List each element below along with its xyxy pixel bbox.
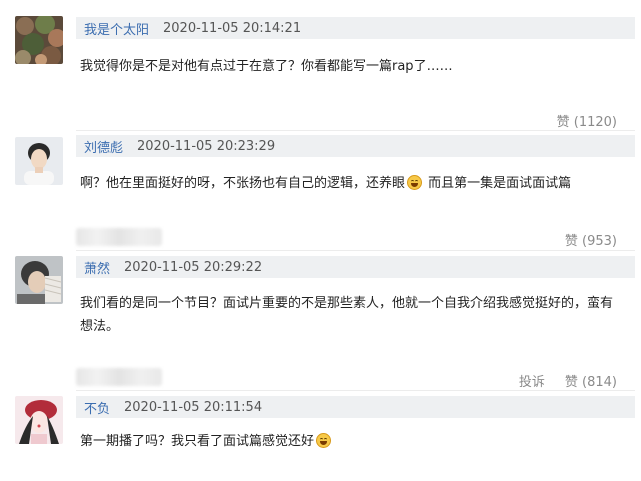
divider <box>76 390 635 391</box>
comment-text: 第一期播了吗？我只看了面试篇感觉还好 <box>80 430 613 453</box>
comment-text-part: 而且第一集是面试面试篇 <box>424 176 572 191</box>
comment-header: 我是个太阳 2020-11-05 20:14:21 <box>76 17 635 39</box>
blurred-content <box>76 228 162 246</box>
avatar[interactable] <box>15 137 63 185</box>
comment-text: 我们看的是同一个节目？面试片重要的不是那些素人，他就一个自我介绍我感觉挺好的，蛮… <box>80 296 614 334</box>
comment-text: 啊？他在里面挺好的呀，不张扬也有自己的逻辑，还养眼 而且第一集是面试面试篇 <box>80 172 613 195</box>
comment-text-part: 第一期播了吗？我只看了面试篇感觉还好 <box>80 434 315 449</box>
comment-header: 萧然 2020-11-05 20:29:22 <box>76 256 635 278</box>
avatar[interactable] <box>15 256 63 304</box>
laughing-tears-emoji-icon <box>407 175 423 190</box>
comment-header: 刘德彪 2020-11-05 20:23:29 <box>76 135 635 157</box>
like-count: (953) <box>582 233 617 249</box>
like-button[interactable]: 赞 (814) <box>565 371 617 390</box>
like-label: 赞 <box>556 114 570 130</box>
comment-timestamp: 2020-11-05 20:11:54 <box>124 399 263 415</box>
comment-actions: 赞 (953) <box>565 229 617 249</box>
username-link[interactable]: 我是个太阳 <box>84 19 149 38</box>
comment-timestamp: 2020-11-05 20:14:21 <box>163 20 302 36</box>
like-count: (1120) <box>573 114 617 130</box>
username-link[interactable]: 萧然 <box>84 258 110 277</box>
comment-actions: 赞 (1120) <box>557 110 617 130</box>
comment-timestamp: 2020-11-05 20:29:22 <box>124 259 263 275</box>
laughing-tears-emoji-icon <box>316 433 332 448</box>
blurred-content <box>76 368 162 386</box>
avatar[interactable] <box>15 396 63 444</box>
report-button[interactable]: 投诉 <box>519 371 545 390</box>
username-link[interactable]: 刘德彪 <box>84 137 123 156</box>
comment-header: 不负 2020-11-05 20:11:54 <box>76 396 635 418</box>
username-link[interactable]: 不负 <box>84 398 110 417</box>
like-button[interactable]: 赞 (953) <box>565 230 617 249</box>
comment-actions: 投诉 赞 (814) <box>519 370 617 390</box>
comment-text-part: 啊？他在里面挺好的呀，不张扬也有自己的逻辑，还养眼 <box>80 176 406 191</box>
like-label: 赞 <box>564 233 578 249</box>
like-count: (814) <box>582 374 617 390</box>
like-button[interactable]: 赞 (1120) <box>557 111 617 130</box>
comment-text: 我觉得你是不是对他有点过于在意了？你看都能写一篇rap了…… <box>80 59 453 74</box>
comment-timestamp: 2020-11-05 20:23:29 <box>137 138 276 154</box>
like-label: 赞 <box>564 374 578 390</box>
avatar[interactable] <box>15 16 63 64</box>
divider <box>76 250 635 251</box>
divider <box>76 130 635 131</box>
